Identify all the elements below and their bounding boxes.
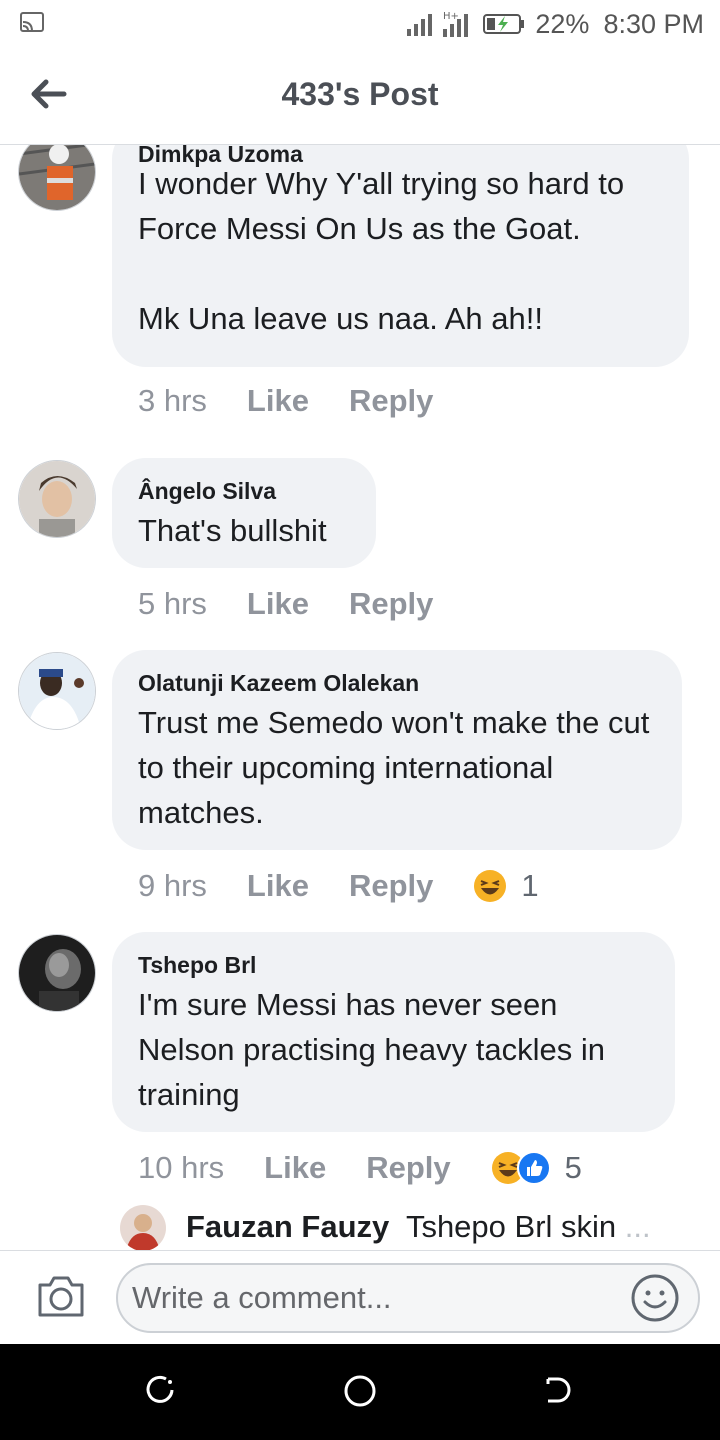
reply-author[interactable]: Fauzan Fauzy (186, 1209, 389, 1244)
comment-author[interactable]: Olatunji Kazeem Olalekan (138, 670, 419, 697)
like-reaction-icon (516, 1151, 551, 1185)
home-icon[interactable] (343, 1374, 377, 1408)
back-nav-icon[interactable] (542, 1374, 574, 1406)
reply-preview[interactable]: Fauzan Fauzy Tshepo Brl skin ... (120, 1205, 720, 1250)
comment-bubble[interactable]: Dimkpa Uzoma I wonder Why Y'all trying s… (112, 145, 689, 367)
reaction-count[interactable]: 1 (521, 868, 538, 904)
navigation-bar (0, 1344, 720, 1440)
comment-item: Olatunji Kazeem Olalekan Trust me Semedo… (0, 650, 720, 910)
reaction-count[interactable]: 5 (565, 1150, 582, 1186)
comment-text: I wonder Why Y'all trying so hard to For… (138, 166, 625, 336)
like-button[interactable]: Like (247, 586, 309, 622)
comment-actions: 9 hrs Like Reply 1 (138, 866, 539, 906)
comment-actions: 3 hrs Like Reply (138, 381, 473, 421)
comment-actions: 10 hrs Like Reply 5 (138, 1148, 582, 1188)
clock: 8:30 PM (603, 8, 704, 39)
comment-author[interactable]: Ângelo Silva (138, 478, 276, 505)
reply-button[interactable]: Reply (349, 586, 433, 622)
like-button[interactable]: Like (247, 868, 309, 904)
comment-bubble[interactable]: Olatunji Kazeem Olalekan Trust me Semedo… (112, 650, 682, 850)
comment-item: Tshepo Brl I'm sure Messi has never seen… (0, 932, 720, 1192)
comment-time[interactable]: 3 hrs (138, 383, 207, 419)
signal-icon (407, 14, 433, 36)
comment-input[interactable] (116, 1263, 700, 1333)
page-title: 433's Post (281, 76, 439, 112)
avatar[interactable] (18, 652, 96, 730)
reply-button[interactable]: Reply (366, 1150, 450, 1186)
reply-button[interactable]: Reply (349, 383, 433, 419)
camera-icon[interactable] (36, 1273, 86, 1319)
comments-list: Dimkpa Uzoma I wonder Why Y'all trying s… (0, 145, 720, 1250)
comment-composer (0, 1250, 720, 1345)
battery-percentage: 22% (535, 8, 590, 39)
comment-item: Dimkpa Uzoma I wonder Why Y'all trying s… (0, 145, 720, 455)
header: 433's Post (0, 48, 720, 145)
reply-text: Tshepo Brl skin (405, 1209, 617, 1244)
haha-reaction-icon (474, 870, 507, 902)
status-bar: H+ 22% 8:30 PM (0, 0, 720, 48)
recent-apps-icon[interactable] (144, 1374, 176, 1406)
avatar[interactable] (120, 1205, 166, 1250)
battery-charging-icon (483, 14, 525, 34)
comment-actions: 5 hrs Like Reply (138, 584, 473, 624)
reaction-summary[interactable] (491, 1151, 551, 1185)
comment-time[interactable]: 9 hrs (138, 868, 207, 904)
comment-item: Ângelo Silva That's bullshit 5 hrs Like … (0, 458, 720, 638)
reply-line: Fauzan Fauzy Tshepo Brl skin ... (186, 1209, 651, 1245)
comment-text: That's bullshit (138, 513, 327, 548)
like-button[interactable]: Like (264, 1150, 326, 1186)
reaction-summary[interactable] (473, 869, 507, 903)
cast-icon (20, 12, 44, 32)
comment-text: Trust me Semedo won't make the cut to th… (138, 705, 650, 830)
comment-bubble[interactable]: Ângelo Silva That's bullshit (112, 458, 376, 568)
avatar[interactable] (18, 934, 96, 1012)
reply-button[interactable]: Reply (349, 868, 433, 904)
comment-author[interactable]: Tshepo Brl (138, 952, 256, 979)
comment-time[interactable]: 5 hrs (138, 586, 207, 622)
avatar[interactable] (18, 145, 96, 211)
avatar[interactable] (18, 460, 96, 538)
status-icons: H+ 22% 8:30 PM (407, 8, 704, 40)
comment-text: I'm sure Messi has never seen Nelson pra… (138, 987, 605, 1112)
like-button[interactable]: Like (247, 383, 309, 419)
reply-ellipsis: ... (624, 1209, 651, 1244)
comment-bubble[interactable]: Tshepo Brl I'm sure Messi has never seen… (112, 932, 675, 1132)
emoji-icon[interactable] (630, 1273, 680, 1323)
signal-hplus-icon: H+ (443, 11, 469, 37)
comment-time[interactable]: 10 hrs (138, 1150, 224, 1186)
network-type-label: H+ (443, 11, 459, 22)
